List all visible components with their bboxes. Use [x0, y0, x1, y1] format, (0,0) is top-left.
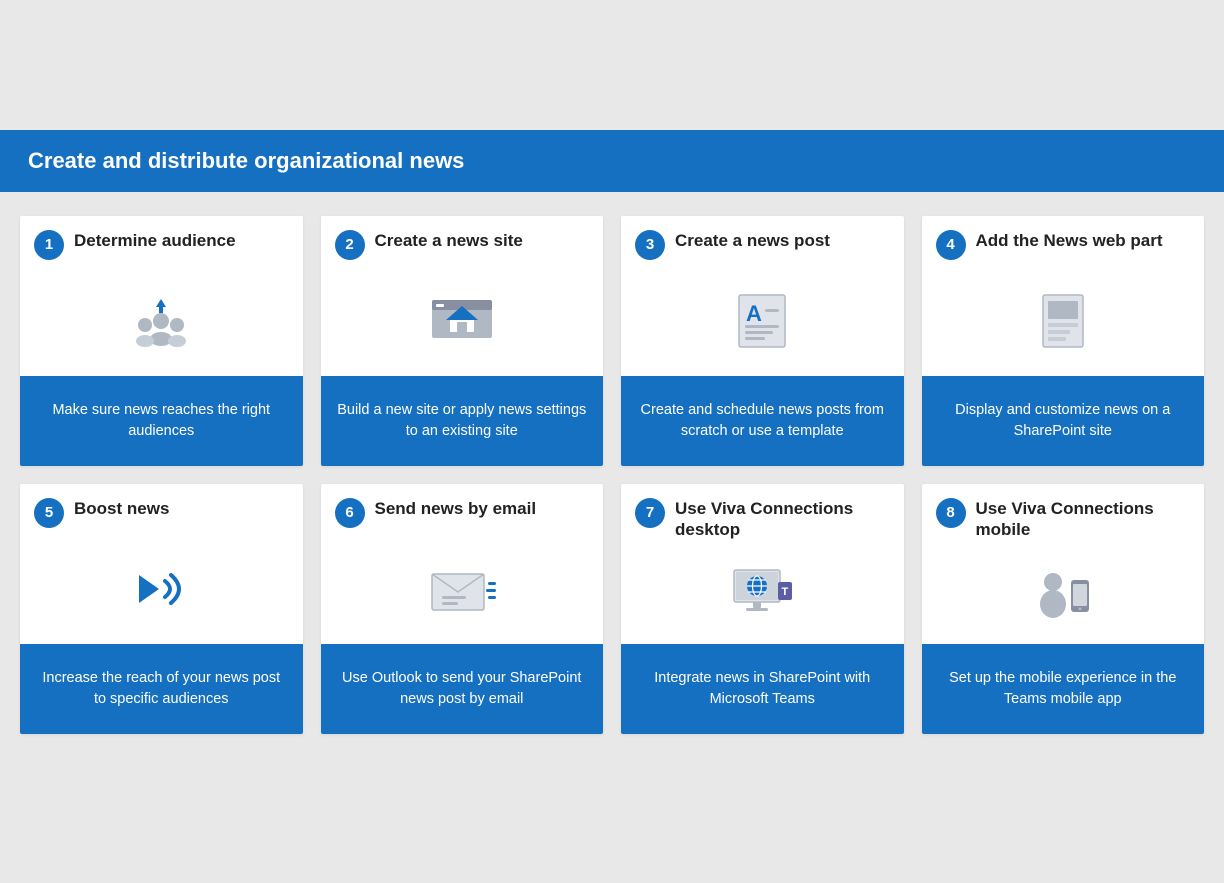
step-badge-5: 5	[34, 498, 64, 528]
card-description-6: Use Outlook to send your SharePoint news…	[321, 644, 604, 734]
page-title: Create and distribute organizational new…	[28, 148, 464, 173]
step-badge-6: 6	[335, 498, 365, 528]
icon-area-7: T	[635, 550, 890, 634]
step-badge-2: 2	[335, 230, 365, 260]
cards-grid: 1 Determine audience Make sure news reac…	[0, 192, 1224, 754]
card-8[interactable]: 8 Use Viva Connections mobile Set up the…	[922, 484, 1205, 734]
card-header-7: 7 Use Viva Connections desktop	[635, 498, 890, 541]
card-header-8: 8 Use Viva Connections mobile	[936, 498, 1191, 541]
card-2[interactable]: 2 Create a news site Build a new site or…	[321, 216, 604, 466]
icon-area-3: A	[635, 270, 890, 366]
card-top-7: 7 Use Viva Connections desktop T	[621, 484, 904, 644]
icon-area-2	[335, 270, 590, 366]
svg-text:A: A	[746, 301, 762, 326]
card-header-6: 6 Send news by email	[335, 498, 590, 528]
card-top-5: 5 Boost news	[20, 484, 303, 644]
card-top-4: 4 Add the News web part	[922, 216, 1205, 376]
card-title-7: Use Viva Connections desktop	[675, 498, 890, 541]
card-6[interactable]: 6 Send news by email Use Outlook to send…	[321, 484, 604, 734]
card-description-1: Make sure news reaches the right audienc…	[20, 376, 303, 466]
page-header: Create and distribute organizational new…	[0, 130, 1224, 192]
card-description-7: Integrate news in SharePoint with Micros…	[621, 644, 904, 734]
card-top-6: 6 Send news by email	[321, 484, 604, 644]
icon-area-6	[335, 538, 590, 634]
card-3[interactable]: 3 Create a news post A Create and schedu…	[621, 216, 904, 466]
card-title-6: Send news by email	[375, 498, 590, 519]
card-header-4: 4 Add the News web part	[936, 230, 1191, 260]
card-description-2: Build a new site or apply news settings …	[321, 376, 604, 466]
card-title-3: Create a news post	[675, 230, 890, 251]
card-title-5: Boost news	[74, 498, 289, 519]
card-title-4: Add the News web part	[976, 230, 1191, 251]
card-header-3: 3 Create a news post	[635, 230, 890, 260]
card-top-8: 8 Use Viva Connections mobile	[922, 484, 1205, 644]
card-top-1: 1 Determine audience	[20, 216, 303, 376]
step-badge-1: 1	[34, 230, 64, 260]
card-title-8: Use Viva Connections mobile	[976, 498, 1191, 541]
card-description-5: Increase the reach of your news post to …	[20, 644, 303, 734]
card-7[interactable]: 7 Use Viva Connections desktop T	[621, 484, 904, 734]
icon-area-5	[34, 538, 289, 634]
card-header-1: 1 Determine audience	[34, 230, 289, 260]
step-badge-7: 7	[635, 498, 665, 528]
card-title-1: Determine audience	[74, 230, 289, 251]
card-description-4: Display and customize news on a SharePoi…	[922, 376, 1205, 466]
card-title-2: Create a news site	[375, 230, 590, 251]
card-5[interactable]: 5 Boost news Increase the reach of your …	[20, 484, 303, 734]
card-1[interactable]: 1 Determine audience Make sure news reac…	[20, 216, 303, 466]
card-description-3: Create and schedule news posts from scra…	[621, 376, 904, 466]
icon-area-1	[34, 270, 289, 366]
svg-text:T: T	[782, 586, 789, 598]
step-badge-3: 3	[635, 230, 665, 260]
card-header-5: 5 Boost news	[34, 498, 289, 528]
card-top-2: 2 Create a news site	[321, 216, 604, 376]
step-badge-4: 4	[936, 230, 966, 260]
card-description-8: Set up the mobile experience in the Team…	[922, 644, 1205, 734]
icon-area-4	[936, 270, 1191, 366]
card-4[interactable]: 4 Add the News web part Display and cust…	[922, 216, 1205, 466]
step-badge-8: 8	[936, 498, 966, 528]
card-header-2: 2 Create a news site	[335, 230, 590, 260]
card-top-3: 3 Create a news post A	[621, 216, 904, 376]
main-container: Create and distribute organizational new…	[0, 130, 1224, 754]
icon-area-8	[936, 550, 1191, 634]
